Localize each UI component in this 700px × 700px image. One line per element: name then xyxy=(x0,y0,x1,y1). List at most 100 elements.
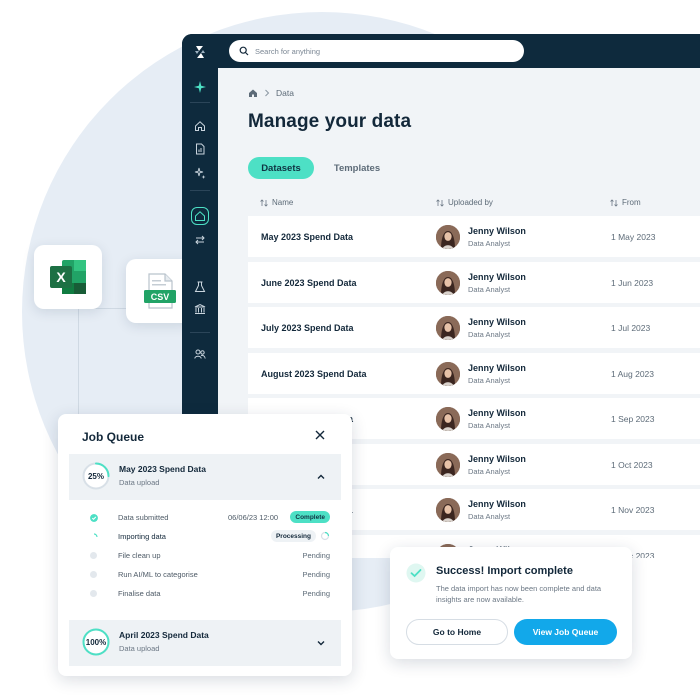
view-job-queue-button[interactable]: View Job Queue xyxy=(514,619,617,645)
sparkle-icon xyxy=(194,81,206,93)
dataset-name: May 2023 Spend Data xyxy=(261,232,354,242)
job-step: Data submitted 06/06/23 12:00 Complete xyxy=(90,511,330,525)
app-logo-icon xyxy=(195,46,205,58)
breadcrumb-current[interactable]: Data xyxy=(276,88,294,98)
avatar xyxy=(436,498,460,522)
job-step: Finalise data Pending xyxy=(90,587,330,601)
uploader-name: Jenny Wilson xyxy=(468,317,526,327)
close-icon[interactable] xyxy=(313,428,327,442)
sidebar-divider xyxy=(190,332,210,333)
job-step: Run AI/ML to categorise Pending xyxy=(90,568,330,582)
uploader-role: Data Analyst xyxy=(468,239,511,248)
loading-icon xyxy=(93,533,98,538)
sidebar-item-home[interactable] xyxy=(191,117,209,135)
chevron-right-icon xyxy=(265,89,270,97)
avatar xyxy=(436,270,460,295)
job-name: April 2023 Spend Data xyxy=(119,630,209,640)
flask-icon xyxy=(194,281,206,292)
job-item-may[interactable]: 25% May 2023 Spend Data Data upload xyxy=(69,454,341,500)
user-avatar-icon xyxy=(436,316,460,340)
user-avatar-icon xyxy=(436,452,460,477)
step-label: Finalise data xyxy=(118,589,161,598)
step-status: Pending xyxy=(302,551,330,560)
sort-icon xyxy=(260,198,268,207)
column-header-label: Uploaded by xyxy=(448,198,493,207)
tab-datasets[interactable]: Datasets xyxy=(248,157,314,179)
pending-dot-icon xyxy=(90,571,97,578)
sidebar-item-data[interactable] xyxy=(191,207,209,225)
job-queue-title: Job Queue xyxy=(82,430,145,444)
breadcrumb: Data xyxy=(248,88,294,98)
avatar xyxy=(436,316,460,340)
excel-icon: X xyxy=(50,260,86,294)
from-date: 1 Sep 2023 xyxy=(611,414,655,424)
table-row[interactable]: May 2023 Spend Data Jenny Wilson Data Anal… xyxy=(248,216,700,257)
home-icon[interactable] xyxy=(248,88,258,98)
home-icon xyxy=(195,121,205,131)
search-input[interactable] xyxy=(255,46,495,56)
column-header-from[interactable]: From xyxy=(610,198,641,207)
success-notification: Success! Import complete The data import… xyxy=(390,547,632,659)
step-status: Pending xyxy=(302,589,330,598)
sidebar-item-users[interactable] xyxy=(191,345,209,363)
dataset-name: June 2023 Spend Data xyxy=(261,277,357,288)
dataset-name: August 2023 Spend Data xyxy=(261,368,367,379)
sidebar-item-transfer[interactable] xyxy=(191,231,209,249)
go-to-home-button[interactable]: Go to Home xyxy=(406,619,508,645)
sort-icon xyxy=(436,198,444,207)
document-icon xyxy=(196,143,205,155)
success-title: Success! Import complete xyxy=(436,565,573,577)
bank-icon xyxy=(194,303,206,314)
column-header-name[interactable]: Name xyxy=(260,198,293,207)
sort-icon xyxy=(610,198,618,207)
uploader-name: Jenny Wilson xyxy=(468,362,526,373)
sidebar-divider xyxy=(190,102,210,103)
uploader-role: Data Analyst xyxy=(468,421,511,430)
uploader-name: Jenny Wilson xyxy=(468,499,526,509)
job-step: File clean up Pending xyxy=(90,549,330,563)
table-row[interactable]: August 2023 Spend Data Jenny Wilson Data A… xyxy=(248,352,700,394)
column-header-label: Name xyxy=(272,198,294,207)
chevron-down-icon[interactable] xyxy=(316,638,326,648)
column-header-uploaded-by[interactable]: Uploaded by xyxy=(436,198,493,207)
avatar xyxy=(436,361,460,386)
uploader-role: Data Analyst xyxy=(468,284,511,294)
from-date: 1 Oct 2023 xyxy=(611,459,653,470)
table-row[interactable]: June 2023 Spend Data Jenny Wilson Data Ana… xyxy=(248,261,700,303)
dataset-name: July 2023 Spend Data xyxy=(261,323,354,333)
step-label: Data submitted xyxy=(118,513,169,522)
uploader-role: Data Analyst xyxy=(468,375,511,385)
avatar xyxy=(436,407,460,431)
chevron-up-icon[interactable] xyxy=(316,472,326,482)
avatar xyxy=(436,452,460,477)
step-label: File clean up xyxy=(118,551,161,560)
spinner-icon xyxy=(320,531,330,541)
sidebar-item-insights[interactable] xyxy=(191,164,209,182)
sidebar-item-bank[interactable] xyxy=(191,300,209,318)
from-date: 1 May 2023 xyxy=(611,232,656,242)
sidebar-item-reports[interactable] xyxy=(191,140,209,158)
pending-dot-icon xyxy=(90,590,97,597)
page-title: Manage your data xyxy=(248,111,412,132)
sidebar-item-ai[interactable] xyxy=(191,78,209,96)
job-step: Importing data Processing xyxy=(90,530,330,544)
step-label: Run AI/ML to categorise xyxy=(118,570,198,579)
column-header-label: From xyxy=(622,198,641,207)
job-queue-panel: Job Queue 25% May 2023 Spend Data Data u… xyxy=(58,414,352,676)
user-avatar-icon xyxy=(436,407,460,431)
sidebar-divider xyxy=(190,190,210,191)
progress-percent: 25% xyxy=(87,471,104,481)
csv-file-icon: CSV xyxy=(144,273,176,309)
avatar xyxy=(436,225,460,249)
excel-file-card: X xyxy=(34,245,102,309)
uploader-role: Data Analyst xyxy=(468,330,511,339)
tab-templates[interactable]: Templates xyxy=(322,157,392,179)
sidebar-item-lab[interactable] xyxy=(191,278,209,296)
job-name: May 2023 Spend Data xyxy=(119,464,206,474)
table-row[interactable]: July 2023 Spend Data Jenny Wilson Data Ana… xyxy=(248,307,700,348)
check-circle-icon xyxy=(406,563,426,583)
data-home-icon xyxy=(195,211,205,221)
status-badge-processing: Processing xyxy=(270,530,316,542)
search-bar[interactable] xyxy=(229,40,524,62)
job-item-april[interactable]: 100% April 2023 Spend Data Data upload xyxy=(69,620,341,666)
